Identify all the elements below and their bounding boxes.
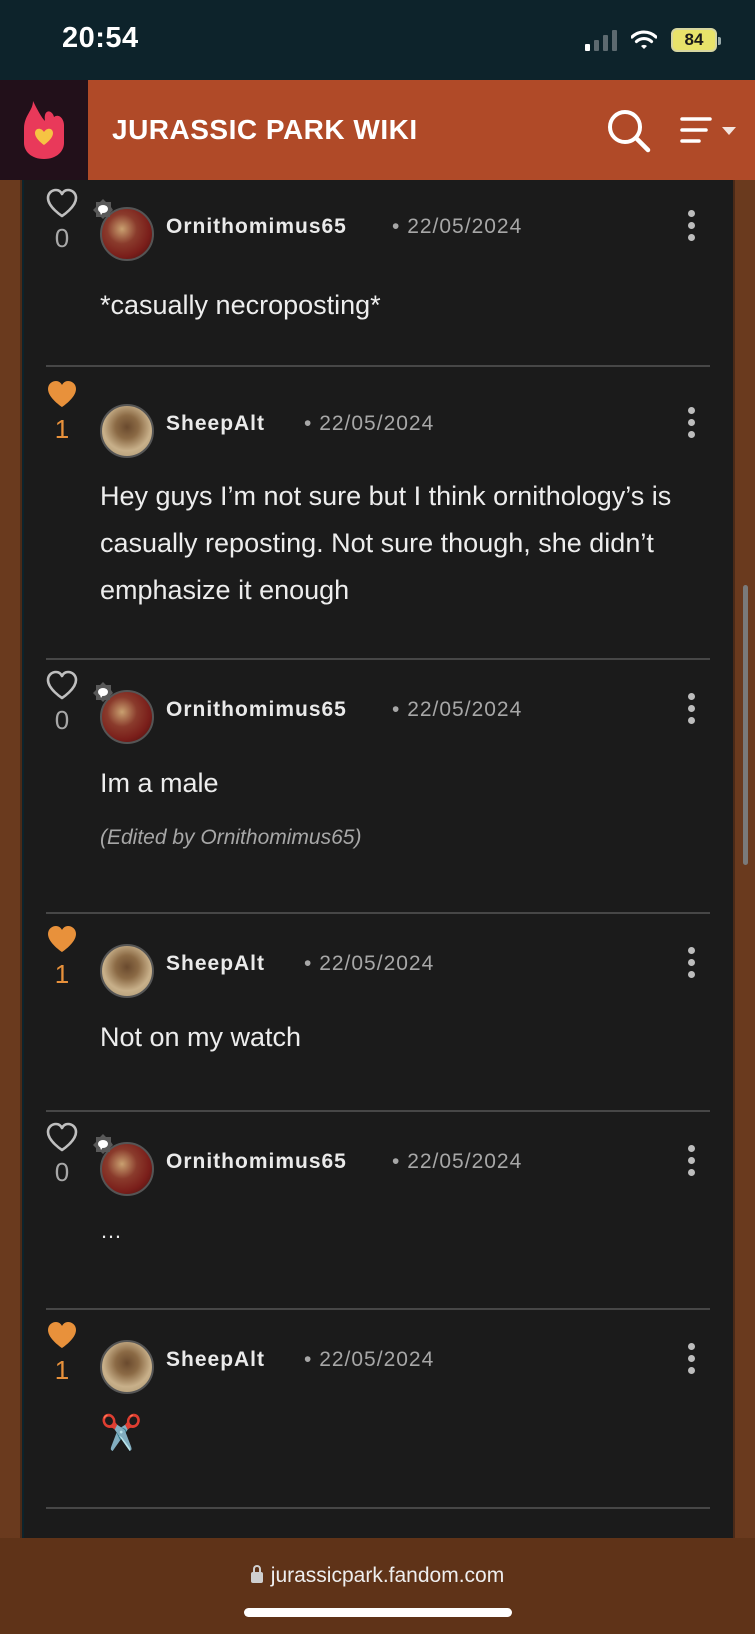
post-body: Not on my watch [100,1022,302,1052]
status-time: 20:54 [62,22,139,54]
post-date-text: 22/05/2024 [407,215,523,238]
post-date: • 22/05/2024 [392,1150,523,1173]
discussions-moderator-badge-icon [93,682,113,702]
post-body: Hey guys I’m not sure but I think ornith… [100,481,672,605]
reply-item: 1 SheepAlt • 22/05/2024 Not on my watch [24,914,733,1110]
discussions-moderator-badge-icon [93,1134,113,1154]
heart-filled-icon [48,381,76,407]
fandom-logo[interactable] [0,80,88,180]
like-count: 1 [54,959,70,989]
status-bar: 20:54 84 [0,0,755,80]
author-name[interactable]: SheepAlt [166,1348,265,1372]
heart-outline-icon [46,1122,78,1152]
post-date: • 22/05/2024 [392,698,523,721]
status-icons: 84 [585,28,721,52]
author-name[interactable]: Ornithomimus65 [166,1150,347,1174]
like-button[interactable]: 0 [44,188,80,253]
like-count: 0 [54,223,70,253]
post-body: Im a male [100,768,219,798]
battery-level: 84 [684,30,704,49]
post-date-text: 22/05/2024 [407,1150,523,1173]
like-count: 0 [54,705,70,735]
like-button[interactable]: 1 [44,1320,80,1385]
post-date-text: 22/05/2024 [319,952,435,975]
author-name[interactable]: Ornithomimus65 [166,215,347,239]
post-body: *casually necroposting* [100,290,381,320]
url-text: jurassicpark.fandom.com [270,1564,505,1587]
browser-address-bar[interactable]: jurassicpark.fandom.com [0,1538,755,1634]
more-options-icon[interactable] [686,1145,696,1179]
like-button[interactable]: 0 [44,670,80,735]
author-name[interactable]: SheepAlt [166,952,265,976]
discussions-moderator-badge-icon [93,199,113,219]
post-body: … [100,1218,122,1243]
page-border-left [0,180,22,1538]
like-button[interactable]: 1 [44,924,80,989]
more-options-icon[interactable] [686,1343,696,1377]
wifi-icon [631,30,657,49]
heart-filled-icon [48,1322,76,1348]
cellular-signal-icon [585,29,617,51]
reply-item: 0 Ornithomimus65 • 22/05/2024 *casually … [24,180,733,365]
avatar[interactable] [100,404,154,458]
like-count: 1 [54,1355,70,1385]
edited-note: (Edited by Ornithomimus65) [100,826,362,849]
post-date-text: 22/05/2024 [319,1348,435,1371]
wiki-title[interactable]: JURASSIC PARK WIKI [112,114,418,146]
post-date-text: 22/05/2024 [319,412,435,435]
like-button[interactable]: 1 [44,379,80,444]
replies-list: 0 Ornithomimus65 • 22/05/2024 *casually … [24,180,733,1538]
post-date: • 22/05/2024 [304,952,435,975]
post-body: ✂️ [100,1414,143,1452]
avatar[interactable] [100,1340,154,1394]
more-options-icon[interactable] [686,407,696,441]
post-date: • 22/05/2024 [304,1348,435,1371]
heart-filled-icon [48,926,76,952]
heart-outline-icon [46,188,78,218]
more-options-icon[interactable] [686,210,696,244]
like-count: 1 [54,414,70,444]
post-date-text: 22/05/2024 [407,698,523,721]
avatar[interactable] [100,944,154,998]
heart-outline-icon [46,670,78,700]
divider [46,1507,710,1509]
post-date: • 22/05/2024 [392,215,523,238]
author-name[interactable]: Ornithomimus65 [166,698,347,722]
home-indicator[interactable] [244,1608,512,1617]
post-date: • 22/05/2024 [304,412,435,435]
author-name[interactable]: SheepAlt [166,412,265,436]
like-button[interactable]: 0 [44,1122,80,1187]
battery-indicator: 84 [671,28,721,52]
fandom-flame-icon [24,101,64,159]
wiki-header: JURASSIC PARK WIKI [0,80,755,180]
more-options-icon[interactable] [686,947,696,981]
reply-item: 1 SheepAlt • 22/05/2024 ✂️ [24,1310,733,1506]
url-display[interactable]: jurassicpark.fandom.com [0,1564,755,1588]
reply-item: 0 Ornithomimus65 • 22/05/2024 … [24,1112,733,1308]
search-icon[interactable] [606,108,652,154]
lock-icon [250,1565,263,1583]
scrollbar[interactable] [743,585,748,865]
like-count: 0 [54,1157,70,1187]
reply-item: 0 Ornithomimus65 • 22/05/2024 Im a male … [24,660,733,910]
reply-item: 1 SheepAlt • 22/05/2024 Hey guys I’m not… [24,367,733,645]
more-options-icon[interactable] [686,693,696,727]
menu-icon[interactable] [680,114,738,148]
